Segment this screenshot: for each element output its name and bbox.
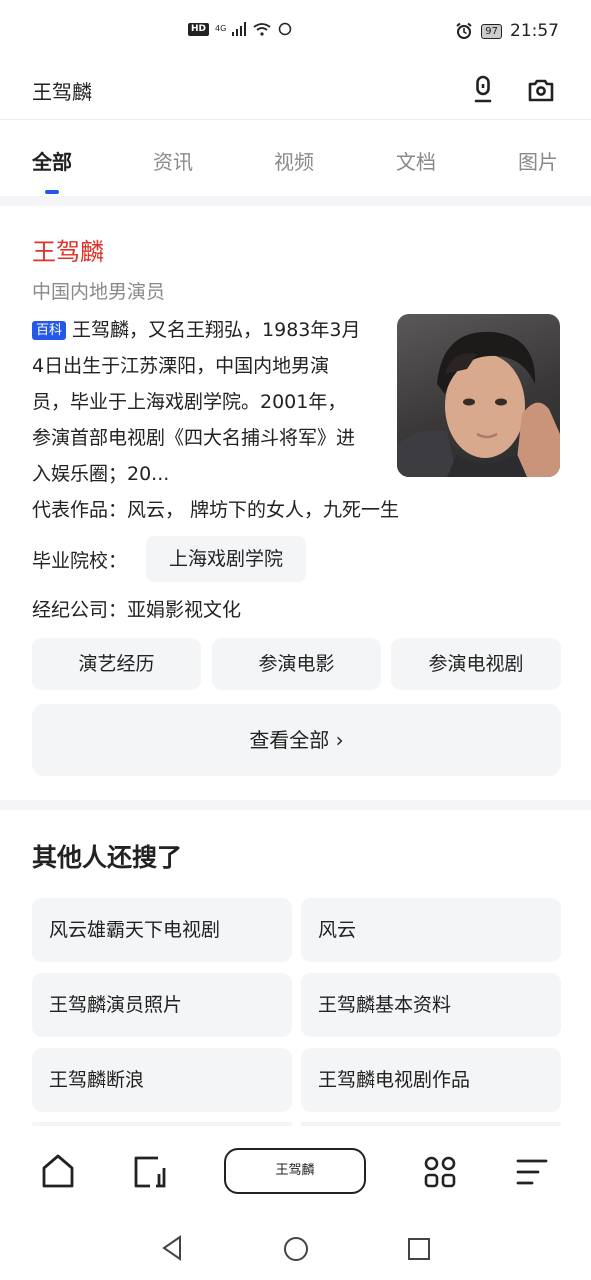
back-icon[interactable] <box>160 1234 184 1262</box>
signal-icon <box>232 22 247 36</box>
school-chip[interactable]: 上海戏剧学院 <box>146 536 306 582</box>
bottom-toolbar: 王驾麟 <box>0 1126 591 1218</box>
school-label: 毕业院校： <box>32 550 128 572</box>
related-item[interactable]: 风云 <box>301 898 561 962</box>
tabs-icon[interactable] <box>132 1152 168 1190</box>
recents-icon[interactable] <box>406 1236 432 1262</box>
baike-badge: 百科 <box>32 321 67 340</box>
status-left: HD 4G <box>188 22 292 36</box>
films-button[interactable]: 参演电影 <box>212 638 381 690</box>
menu-icon[interactable] <box>514 1156 550 1188</box>
related-title: 其他人还搜了 <box>32 843 183 872</box>
mic-icon[interactable] <box>470 74 496 106</box>
status-right: 97 21:57 <box>455 21 559 41</box>
loading-icon <box>279 22 292 36</box>
portrait-image[interactable] <box>397 314 560 477</box>
tab-all[interactable]: 全部 <box>32 146 72 175</box>
tv-series-button[interactable]: 参演电视剧 <box>391 638 561 690</box>
tab-news[interactable]: 资讯 <box>153 146 193 175</box>
camera-icon[interactable] <box>526 76 556 104</box>
home-circle-icon[interactable] <box>282 1235 310 1263</box>
career-button[interactable]: 演艺经历 <box>32 638 201 690</box>
wifi-icon <box>253 23 271 36</box>
company-row: 经纪公司：亚娟影视文化 <box>32 595 241 622</box>
section-divider-2 <box>0 800 591 810</box>
company-value: 亚娟影视文化 <box>127 599 242 621</box>
tab-images[interactable]: 图片 <box>518 146 558 175</box>
works-value[interactable]: 风云， 牌坊下的女人，九死一生 <box>127 499 399 521</box>
apps-icon[interactable] <box>422 1154 458 1190</box>
entity-summary[interactable]: 百科 王驾麟，又名王翔弘，1983年3月4日出生于江苏溧阳，中国内地男演员，毕业于… <box>32 312 362 492</box>
works-label: 代表作品： <box>32 499 128 521</box>
tab-video[interactable]: 视频 <box>274 146 314 175</box>
section-divider <box>0 196 591 206</box>
summary-text: 王驾麟，又名王翔弘，1983年3月4日出生于江苏溧阳，中国内地男演员，毕业于上海… <box>32 319 361 485</box>
search-query[interactable]: 王驾麟 <box>32 76 92 105</box>
hd-badge: HD <box>188 22 210 36</box>
related-item[interactable]: 风云雄霸天下电视剧 <box>32 898 292 962</box>
entity-subtitle: 中国内地男演员 <box>32 281 166 303</box>
related-item[interactable]: 王驾麟基本资料 <box>301 973 561 1037</box>
tab-bar: 全部 资讯 视频 文档 图片 <box>0 120 591 198</box>
home-icon[interactable] <box>40 1152 76 1190</box>
search-header: 王驾麟 <box>0 64 591 120</box>
related-item[interactable]: 王驾麟断浪 <box>32 1048 292 1112</box>
alarm-icon <box>456 22 472 39</box>
works-row: 代表作品：风云， 牌坊下的女人，九死一生 <box>32 495 399 522</box>
search-pill[interactable]: 王驾麟 <box>224 1148 366 1194</box>
entity-title[interactable]: 王驾麟 <box>32 232 104 267</box>
system-nav-bar <box>0 1218 591 1280</box>
company-label: 经纪公司： <box>32 599 128 621</box>
battery-icon: 97 <box>481 23 502 39</box>
related-item[interactable]: 王驾麟演员照片 <box>32 973 292 1037</box>
status-bar: HD 4G 97 21:57 <box>0 0 591 64</box>
clock: 21:57 <box>510 21 559 41</box>
network-label: 4G <box>215 24 227 33</box>
tab-docs[interactable]: 文档 <box>396 146 436 175</box>
view-all-button[interactable]: 查看全部 › <box>32 704 561 776</box>
tab-indicator <box>45 190 59 194</box>
related-item[interactable]: 王驾麟电视剧作品 <box>301 1048 561 1112</box>
